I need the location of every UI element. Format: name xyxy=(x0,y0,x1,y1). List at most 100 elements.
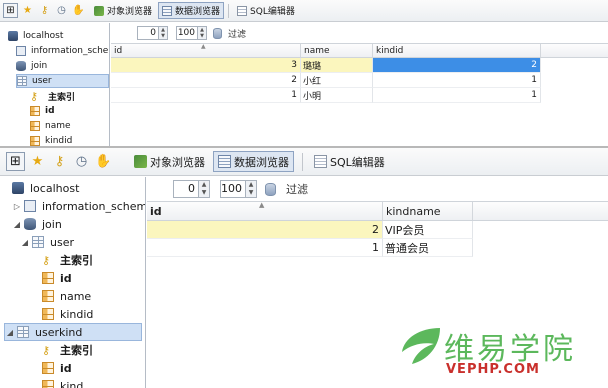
table-row[interactable]: 1 小明 1 xyxy=(111,88,608,103)
column-header-kindid[interactable]: kindid xyxy=(373,44,541,57)
offset-value[interactable]: 0 xyxy=(137,26,159,40)
clock-icon[interactable]: ◷ xyxy=(54,3,69,18)
spin-down-icon[interactable]: ▼ xyxy=(199,189,209,197)
column-header-kindname[interactable]: kindname xyxy=(383,202,473,220)
tree-node-user[interactable]: user xyxy=(16,74,109,88)
offset-value[interactable]: 0 xyxy=(173,180,199,198)
spin-up-icon[interactable]: ▲ xyxy=(199,181,209,189)
tree-label: name xyxy=(45,121,71,131)
tree-label: user xyxy=(32,76,52,86)
cell-kindname[interactable]: VIP会员 xyxy=(383,221,473,239)
tree-node-information-schema[interactable]: information_schem xyxy=(16,44,109,58)
cell-kindname[interactable]: 普通会员 xyxy=(383,239,473,257)
table-icon xyxy=(32,236,44,248)
tree-node-localhost[interactable]: localhost xyxy=(12,179,79,197)
filter-icon[interactable] xyxy=(265,182,276,196)
cell-name[interactable]: 小明 xyxy=(301,88,373,103)
grid-header: ▲ id name kindid xyxy=(111,43,608,58)
cell-name[interactable]: 璐璐 xyxy=(301,58,373,73)
offset-spinner[interactable]: 0 ▲ ▼ xyxy=(173,180,210,198)
tree-toggle-icon[interactable]: ⊞ xyxy=(6,152,25,171)
filter-button[interactable]: 过滤 xyxy=(286,181,308,197)
spinner-buttons: ▲ ▼ xyxy=(246,180,257,198)
toolbar-divider xyxy=(228,3,230,18)
tree-node-primary-key[interactable]: ⚷ 主索引 xyxy=(42,251,93,269)
table-row[interactable]: 2 小红 1 xyxy=(111,73,608,88)
object-browser-button[interactable]: 对象浏览器 xyxy=(91,2,155,19)
key-icon[interactable]: ⚷ xyxy=(37,3,52,18)
limit-spinner[interactable]: 100 ▲ ▼ xyxy=(176,26,207,40)
object-browser-label: 对象浏览器 xyxy=(150,155,205,169)
collapse-arrow-icon[interactable]: ◢ xyxy=(12,220,22,229)
spin-down-icon[interactable]: ▼ xyxy=(198,33,206,39)
cell-kindid[interactable]: 1 xyxy=(373,73,541,88)
tree-node-name[interactable]: name xyxy=(30,119,71,133)
column-header-name[interactable]: name xyxy=(301,44,373,57)
column-icon xyxy=(42,272,54,284)
spin-up-icon[interactable]: ▲ xyxy=(246,181,256,189)
sql-editor-button[interactable]: SQL编辑器 xyxy=(310,151,389,172)
tree-label: 主索引 xyxy=(60,254,93,267)
tree-node-localhost[interactable]: localhost xyxy=(8,29,63,43)
hand-icon[interactable]: ✋ xyxy=(71,3,86,18)
limit-value[interactable]: 100 xyxy=(220,180,246,198)
filter-button[interactable]: 过滤 xyxy=(228,27,246,40)
star-icon[interactable]: ★ xyxy=(28,152,47,171)
tree-label: kindid xyxy=(60,307,94,321)
table-row[interactable]: 1 普通会员 xyxy=(147,239,608,257)
star-icon[interactable]: ★ xyxy=(20,3,35,18)
spin-down-icon[interactable]: ▼ xyxy=(159,33,167,39)
cell-kindid[interactable]: 1 xyxy=(373,88,541,103)
spin-down-icon[interactable]: ▼ xyxy=(246,189,256,197)
tree-label: join xyxy=(42,217,62,231)
tree-node-kindname[interactable]: kind xyxy=(42,377,83,388)
limit-spinner[interactable]: 100 ▲ ▼ xyxy=(220,180,257,198)
expand-arrow-icon[interactable]: ▷ xyxy=(12,202,22,211)
tree-node-id[interactable]: id xyxy=(42,359,72,377)
tree-node-kindid[interactable]: kindid xyxy=(30,134,72,146)
column-header-id[interactable]: ▲ id xyxy=(147,202,383,220)
spinner-buttons: ▲ ▼ xyxy=(198,26,207,40)
data-browser-button[interactable]: 数据浏览器 xyxy=(213,151,294,172)
cell-id[interactable]: 3 xyxy=(111,58,301,73)
key-icon: ⚷ xyxy=(42,343,51,357)
table-row[interactable]: 3 璐璐 2 xyxy=(111,58,608,73)
collapse-arrow-icon[interactable]: ◢ xyxy=(5,328,15,337)
column-header-label: kindname xyxy=(386,204,441,218)
clock-icon[interactable]: ◷ xyxy=(72,152,91,171)
object-browser-button[interactable]: 对象浏览器 xyxy=(130,151,209,172)
cell-id[interactable]: 1 xyxy=(111,88,301,103)
data-browser-button[interactable]: 数据浏览器 xyxy=(158,2,225,19)
filter-icon[interactable] xyxy=(213,27,222,39)
limit-value[interactable]: 100 xyxy=(176,26,198,40)
tree-node-join[interactable]: ◢ join xyxy=(12,215,62,233)
column-icon xyxy=(30,121,40,131)
cell-id[interactable]: 2 xyxy=(111,73,301,88)
column-header-id[interactable]: ▲ id xyxy=(111,44,301,57)
tree-node-name[interactable]: name xyxy=(42,287,91,305)
collapse-arrow-icon[interactable]: ◢ xyxy=(20,238,30,247)
sql-editor-label: SQL编辑器 xyxy=(250,7,295,17)
tree-node-id[interactable]: id xyxy=(30,104,55,118)
tree-node-user[interactable]: ◢ user xyxy=(20,233,74,251)
tree-label: userkind xyxy=(35,325,83,339)
tree-node-information-schema[interactable]: ▷ information_schem xyxy=(12,197,145,215)
cell-kindid[interactable]: 2 xyxy=(373,58,541,73)
cell-id[interactable]: 2 xyxy=(147,221,383,239)
tree-node-join[interactable]: join xyxy=(16,59,47,73)
sql-editor-button[interactable]: SQL编辑器 xyxy=(234,2,298,19)
tree-node-primary-key[interactable]: ⚷ 主索引 xyxy=(42,341,93,359)
hand-icon[interactable]: ✋ xyxy=(94,152,113,171)
tree-node-primary-key[interactable]: ⚷ 主索引 xyxy=(30,89,75,103)
cell-name[interactable]: 小红 xyxy=(301,73,373,88)
tree-node-id[interactable]: id xyxy=(42,269,72,287)
key-icon[interactable]: ⚷ xyxy=(50,152,69,171)
tree-toggle-icon[interactable]: ⊞ xyxy=(3,3,18,18)
tree-label: kind xyxy=(60,379,84,388)
column-icon xyxy=(42,290,54,302)
cell-id[interactable]: 1 xyxy=(147,239,383,257)
tree-node-kindid[interactable]: kindid xyxy=(42,305,93,323)
table-row[interactable]: 2 VIP会员 xyxy=(147,221,608,239)
offset-spinner[interactable]: 0 ▲ ▼ xyxy=(137,26,168,40)
tree-node-userkind[interactable]: ◢ userkind xyxy=(4,323,142,341)
